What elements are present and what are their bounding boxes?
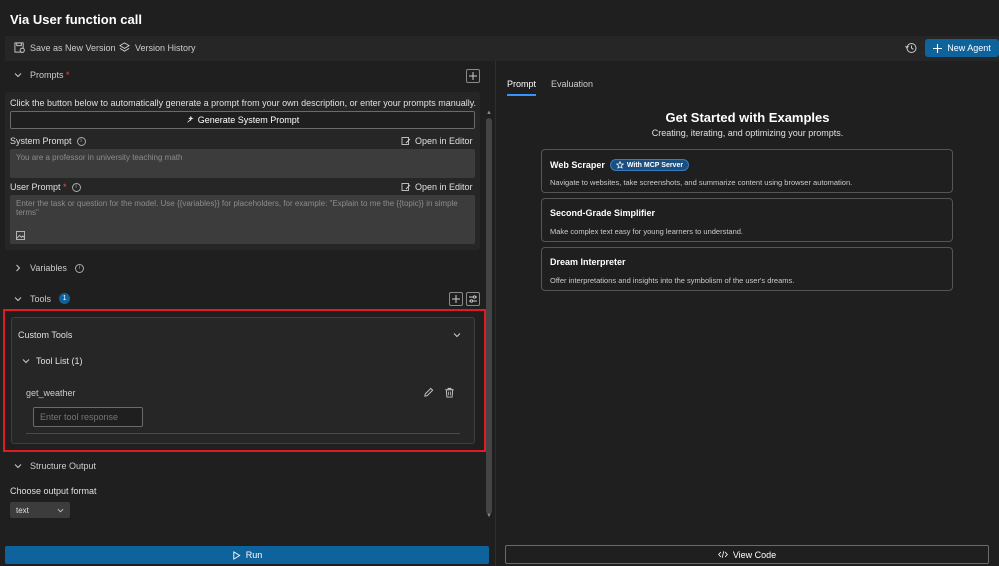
chevron-down-icon[interactable]: [453, 331, 461, 339]
image-icon[interactable]: [16, 231, 25, 240]
output-format-select[interactable]: text: [10, 502, 70, 518]
chevron-down-icon: [57, 508, 64, 512]
app-title: Via User function call: [10, 12, 142, 27]
example-card-title: Web Scraper With MCP Server: [550, 159, 690, 171]
scroll-up-arrow[interactable]: ▲: [486, 110, 492, 116]
prompts-header-label: Prompts *: [30, 70, 70, 80]
plus-icon: [933, 43, 943, 53]
code-icon: [717, 551, 728, 558]
system-prompt-label: System Prompt i: [10, 136, 86, 146]
plus-icon: [452, 295, 460, 303]
add-tool-button[interactable]: [449, 292, 463, 306]
add-prompt-button[interactable]: [466, 69, 480, 83]
system-prompt-textarea[interactable]: You are a professor in university teachi…: [10, 149, 475, 178]
sliders-icon: [469, 295, 477, 303]
variables-section-header[interactable]: Variables i: [14, 263, 84, 273]
mcp-server-badge: With MCP Server: [609, 159, 690, 171]
tool-name: get_weather: [26, 388, 76, 398]
user-prompt-label: User Prompt * i: [10, 182, 81, 192]
divider: [26, 433, 460, 434]
output-format-label: Choose output format: [10, 486, 97, 496]
new-agent-button[interactable]: New Agent: [925, 39, 999, 57]
prompts-section-header[interactable]: Prompts *: [14, 70, 70, 80]
example-card-second-grade-simplifier[interactable]: Second-Grade Simplifier Make complex tex…: [541, 198, 953, 242]
generate-system-prompt-label: Generate System Prompt: [197, 115, 300, 125]
info-icon: i: [74, 263, 84, 273]
info-icon: i: [76, 136, 86, 146]
example-card-dream-interpreter[interactable]: Dream Interpreter Offer interpretations …: [541, 247, 953, 291]
edit-icon[interactable]: [423, 387, 434, 398]
open-in-editor-label: Open in Editor: [415, 136, 473, 146]
prompt-description: Click the button below to automatically …: [10, 98, 477, 108]
layers-icon: [119, 42, 130, 52]
tool-response-input[interactable]: [33, 407, 143, 427]
tool-settings-button[interactable]: [466, 292, 480, 306]
open-in-editor-button-user[interactable]: Open in Editor: [401, 182, 473, 192]
run-label: Run: [245, 550, 263, 560]
edit-document-icon: [401, 137, 411, 145]
chevron-down-icon: [14, 296, 22, 301]
example-card-web-scraper[interactable]: Web Scraper With MCP Server Navigate to …: [541, 149, 953, 193]
active-tab-indicator: [507, 94, 536, 96]
generate-system-prompt-button[interactable]: Generate System Prompt: [10, 111, 475, 129]
play-icon: [233, 550, 241, 560]
user-prompt-textarea[interactable]: Enter the task or question for the model…: [10, 195, 475, 244]
structure-output-header-label: Structure Output: [30, 461, 97, 471]
info-icon: i: [71, 182, 81, 192]
open-in-editor-button-system[interactable]: Open in Editor: [401, 136, 473, 146]
structure-output-section-header[interactable]: Structure Output: [14, 461, 96, 471]
view-code-label: View Code: [732, 549, 777, 560]
output-format-value: text: [16, 505, 29, 515]
examples-subtitle: Creating, iterating, and optimizing your…: [651, 128, 844, 138]
save-as-new-version-label: Save as New Version: [30, 42, 116, 53]
history-icon[interactable]: [905, 42, 917, 54]
tab-evaluation[interactable]: Evaluation: [551, 79, 593, 89]
view-code-button[interactable]: View Code: [505, 545, 989, 564]
plus-icon: [469, 72, 477, 80]
save-icon: [14, 42, 25, 53]
version-history-label: Version History: [135, 42, 196, 53]
tools-section-header[interactable]: Tools 1: [14, 293, 71, 304]
save-as-new-version-button[interactable]: Save as New Version: [14, 42, 116, 53]
chevron-right-icon: [16, 264, 21, 272]
variables-header-label: Variables: [30, 263, 67, 273]
example-card-description: Make complex text easy for young learner…: [550, 227, 744, 236]
tools-header-label: Tools: [30, 293, 52, 304]
sparkle-icon: [187, 116, 194, 123]
scrollbar[interactable]: [486, 118, 492, 514]
example-card-title: Second-Grade Simplifier: [550, 208, 656, 218]
tool-list-label: Tool List (1): [36, 356, 83, 366]
example-card-description: Navigate to websites, take screenshots, …: [550, 178, 853, 187]
custom-tools-label: Custom Tools: [18, 330, 73, 340]
edit-document-icon: [401, 183, 411, 191]
open-in-editor-label: Open in Editor: [415, 182, 473, 192]
example-card-title: Dream Interpreter: [550, 257, 626, 267]
tab-prompt[interactable]: Prompt: [507, 79, 536, 89]
trash-icon[interactable]: [444, 387, 455, 398]
version-history-button[interactable]: Version History: [119, 42, 196, 53]
toolbar: Save as New Version Version History New …: [5, 36, 999, 61]
new-agent-label: New Agent: [947, 43, 991, 53]
scroll-down-arrow[interactable]: ▼: [486, 513, 492, 519]
chevron-down-icon: [22, 359, 30, 364]
tools-count-badge: 1: [59, 293, 71, 304]
tool-list-header[interactable]: Tool List (1): [22, 356, 83, 366]
run-button[interactable]: Run: [5, 546, 489, 564]
examples-title: Get Started with Examples: [665, 110, 830, 125]
example-card-description: Offer interpretations and insights into …: [550, 276, 795, 285]
chevron-down-icon: [14, 73, 22, 78]
star-icon: [615, 161, 624, 169]
chevron-down-icon: [14, 464, 22, 469]
title-bar: Via User function call: [0, 0, 999, 36]
